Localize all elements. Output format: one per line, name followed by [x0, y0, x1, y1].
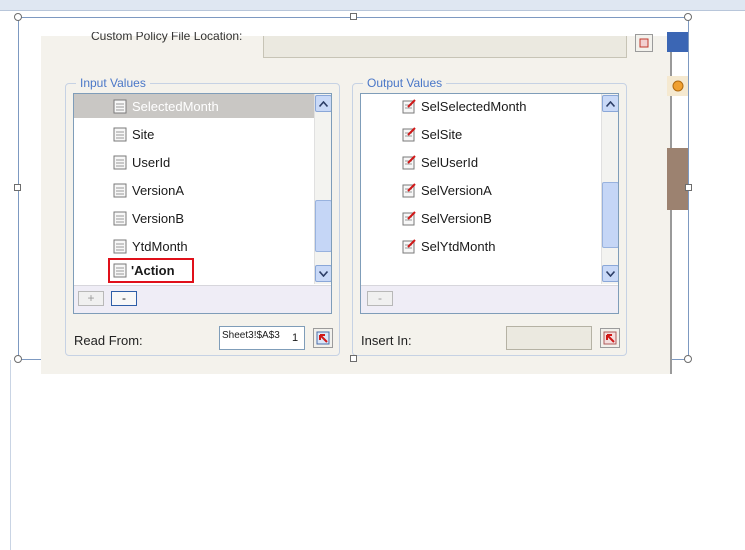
document-icon: [112, 99, 128, 114]
read-from-label: Read From:: [74, 333, 143, 348]
list-item[interactable]: SelYtdMonth: [361, 234, 495, 258]
clipped-panel-block: [667, 148, 688, 210]
read-from-pick-button[interactable]: [313, 328, 333, 348]
insert-in-pick-button[interactable]: [600, 328, 620, 348]
range-picker-icon: [639, 38, 649, 48]
output-values-title: Output Values: [363, 75, 447, 91]
input-values-list[interactable]: SelectedMonth Site UserId VersionA Versi…: [73, 93, 332, 314]
list-item[interactable]: SelectedMonth: [74, 94, 314, 118]
list-item-label: VersionA: [132, 182, 185, 198]
range-picker-icon: [603, 331, 617, 345]
input-values-title: Input Values: [76, 75, 150, 91]
resize-handle[interactable]: [14, 184, 21, 191]
output-values-list[interactable]: SelSelectedMonth SelSite SelUserId SelVe…: [360, 93, 619, 314]
list-item[interactable]: YtdMonth: [74, 234, 188, 258]
list-item[interactable]: VersionB: [74, 206, 184, 230]
list-item-label: Site: [132, 126, 155, 142]
embedded-object-frame: Custom Policy File Location: Input Value…: [18, 17, 689, 374]
resize-handle[interactable]: [14, 13, 22, 21]
dialog-panel: Custom Policy File Location: Input Value…: [41, 32, 672, 374]
top-strip: [0, 0, 745, 11]
list-item[interactable]: SelVersionA: [361, 178, 492, 202]
add-input-button[interactable]: +: [78, 291, 104, 306]
resize-handle[interactable]: [684, 13, 692, 21]
document-edit-icon: [401, 126, 417, 142]
list-item[interactable]: SelSite: [361, 122, 462, 146]
resize-handle[interactable]: [685, 184, 692, 191]
insert-in-label: Insert In:: [361, 333, 412, 348]
policy-file-location-field[interactable]: [263, 36, 627, 58]
clipped-toolbar-strip: [667, 32, 688, 52]
list-item[interactable]: SelVersionB: [361, 206, 492, 230]
scroll-down-button[interactable]: [602, 265, 618, 282]
output-list-scrollbar[interactable]: [601, 94, 618, 284]
list-item-label: SelVersionB: [421, 210, 492, 226]
document-icon: [112, 155, 128, 170]
resize-handle[interactable]: [350, 355, 357, 362]
document-edit-icon: [401, 182, 417, 198]
list-item-label: SelSite: [421, 126, 463, 142]
document-icon: [112, 239, 128, 254]
range-picker-icon: [316, 331, 330, 345]
input-values-group: Input Values SelectedMonth Site UserId V…: [65, 75, 340, 356]
output-values-group: Output Values SelSelectedMonth SelSite S…: [352, 75, 627, 356]
left-margin-strip: [0, 360, 11, 550]
list-item[interactable]: VersionA: [74, 178, 184, 202]
list-item[interactable]: UserId: [74, 150, 170, 174]
scroll-thumb[interactable]: [602, 182, 618, 248]
scroll-down-button[interactable]: [315, 265, 331, 282]
highlight-box: [108, 258, 194, 283]
document-edit-icon: [401, 98, 417, 114]
arrow-down-icon: [319, 270, 328, 277]
insert-in-field[interactable]: [506, 326, 592, 350]
read-from-field[interactable]: Sheet3!$A$3 1: [219, 326, 305, 350]
input-list-toolbar: + -: [74, 285, 331, 313]
resize-handle[interactable]: [350, 13, 357, 20]
document-edit-icon: [401, 154, 417, 170]
list-item-label: YtdMonth: [132, 238, 188, 254]
arrow-up-icon: [319, 100, 328, 107]
document-icon: [112, 211, 128, 226]
scroll-up-button[interactable]: [315, 95, 331, 112]
input-list-scrollbar[interactable]: [314, 94, 331, 284]
remove-output-button[interactable]: -: [367, 291, 393, 306]
list-item-label: SelectedMonth: [132, 98, 219, 114]
cursor-text: 1: [292, 332, 299, 344]
remove-input-button[interactable]: -: [111, 291, 137, 306]
document-icon: [112, 127, 128, 142]
list-item-label: VersionB: [132, 210, 185, 226]
scroll-thumb[interactable]: [315, 200, 331, 252]
arrow-down-icon: [606, 270, 615, 277]
policy-file-location-label: Custom Policy File Location:: [91, 32, 243, 43]
resize-handle[interactable]: [14, 355, 22, 363]
list-item[interactable]: Site: [74, 122, 154, 146]
list-item[interactable]: SelUserId: [361, 150, 478, 174]
list-item-label: SelVersionA: [421, 182, 492, 198]
clipped-icon: [672, 80, 684, 92]
read-from-value: Sheet3!$A$3: [222, 330, 280, 341]
document-edit-icon: [401, 238, 417, 254]
scroll-up-button[interactable]: [602, 95, 618, 112]
resize-handle[interactable]: [684, 355, 692, 363]
list-item[interactable]: SelSelectedMonth: [361, 94, 527, 118]
list-item-label: SelYtdMonth: [421, 238, 496, 254]
document-icon: [112, 183, 128, 198]
list-item-label: UserId: [132, 154, 171, 170]
list-item-label: SelUserId: [421, 154, 479, 170]
policy-file-pick-button[interactable]: [635, 34, 653, 52]
list-item-label: SelSelectedMonth: [421, 98, 527, 114]
document-edit-icon: [401, 210, 417, 226]
clipped-icon-area: [667, 76, 688, 96]
arrow-up-icon: [606, 100, 615, 107]
output-list-toolbar: -: [361, 285, 618, 313]
